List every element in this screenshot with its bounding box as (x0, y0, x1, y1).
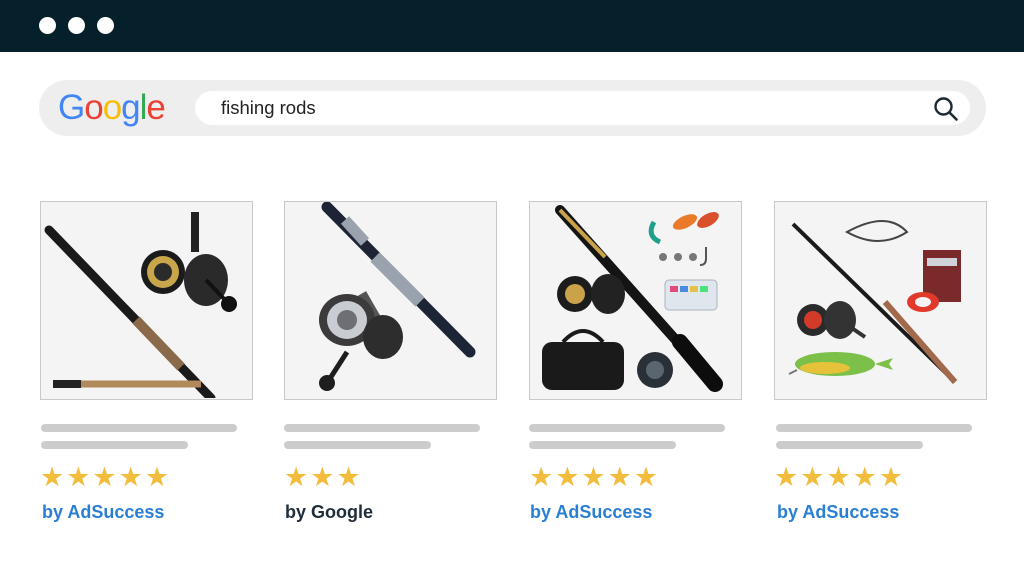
search-bar: Google (39, 80, 986, 136)
placeholder-title-bar (776, 424, 972, 432)
placeholder-subtitle-bar (776, 441, 923, 449)
product-image-2[interactable] (284, 201, 497, 400)
search-icon[interactable] (932, 95, 960, 123)
placeholder-title-bar (41, 424, 237, 432)
product-image-3[interactable] (529, 201, 742, 400)
search-input[interactable] (195, 91, 970, 125)
placeholder-title-bar (529, 424, 725, 432)
seller-link[interactable]: by AdSuccess (530, 502, 652, 523)
window-dot-2[interactable] (68, 17, 85, 34)
google-logo: Google (58, 88, 166, 128)
placeholder-title-bar (284, 424, 480, 432)
product-image-1[interactable] (40, 201, 253, 400)
logo-letter: G (58, 88, 85, 127)
star-rating: ★★★ (284, 462, 363, 492)
seller-link[interactable]: by AdSuccess (42, 502, 164, 523)
logo-letter: e (146, 88, 165, 127)
window-dot-3[interactable] (97, 17, 114, 34)
placeholder-subtitle-bar (284, 441, 431, 449)
logo-letter: l (139, 88, 148, 127)
product-image-4[interactable] (774, 201, 987, 400)
placeholder-subtitle-bar (529, 441, 676, 449)
window-dot-1[interactable] (39, 17, 56, 34)
seller-link[interactable]: by AdSuccess (777, 502, 899, 523)
seller-link[interactable]: by Google (285, 502, 373, 523)
window-titlebar (0, 0, 1024, 52)
star-rating: ★★★★★ (40, 462, 172, 492)
logo-letter: o (102, 88, 122, 127)
placeholder-subtitle-bar (41, 441, 188, 449)
star-rating: ★★★★★ (774, 462, 906, 492)
star-rating: ★★★★★ (529, 462, 661, 492)
logo-letter: g (121, 88, 140, 127)
logo-letter: o (84, 88, 103, 127)
